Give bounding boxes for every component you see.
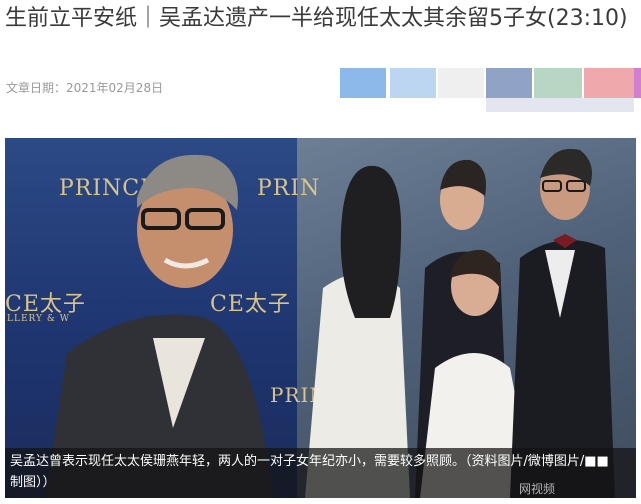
ad-swatch (634, 68, 641, 98)
ad-swatch (438, 68, 484, 98)
ad-swatch (534, 68, 582, 98)
ad-swatch-shadow (486, 98, 634, 112)
article-title: 生前立平安纸｜吴孟达遗产一半给现任太太其余留5子女(23:10) (5, 6, 628, 31)
article-photo: PRINCE PRIN CE太子 LLERY & W CE太子 PRIN (5, 138, 636, 498)
family-portrait-right (305, 148, 615, 498)
ad-swatch (340, 68, 386, 98)
watermark: 网视频 (519, 482, 556, 496)
ad-banner[interactable] (340, 68, 641, 112)
ad-swatch (584, 68, 634, 98)
article-date: 文章日期：2021年02月28日 (6, 81, 164, 95)
photo-people (45, 148, 615, 498)
ad-swatch (390, 68, 436, 98)
man-portrait-left (45, 154, 273, 498)
ad-swatch (486, 68, 532, 98)
